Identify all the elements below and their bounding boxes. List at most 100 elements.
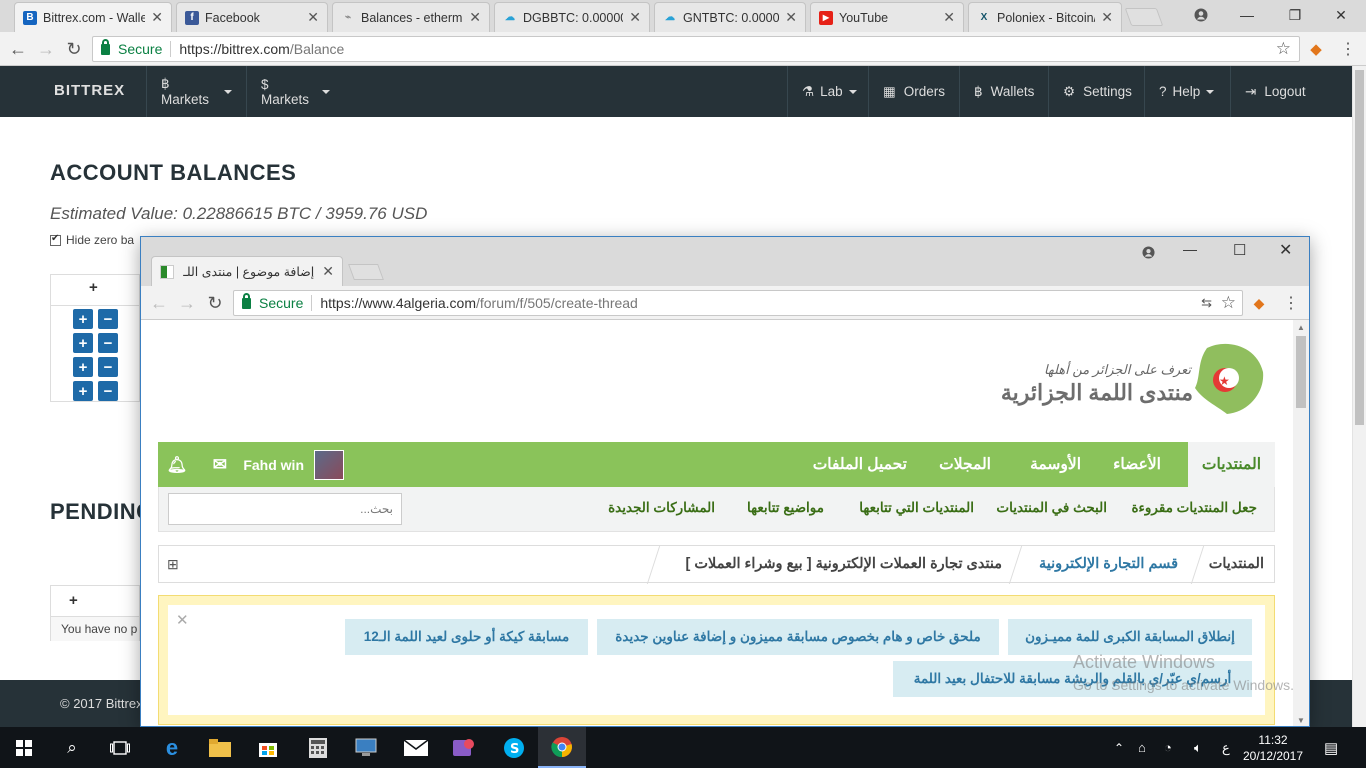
action-center-icon[interactable]: ▤ xyxy=(1324,727,1338,768)
back-arrow-icon[interactable]: ← xyxy=(6,37,30,61)
task-view-icon[interactable] xyxy=(96,727,144,768)
scroll-up-icon[interactable]: ▲ xyxy=(1297,323,1305,332)
deposit-button[interactable]: + xyxy=(73,333,93,353)
forward-arrow-icon[interactable]: → xyxy=(34,37,58,61)
deposit-button[interactable]: + xyxy=(73,381,93,401)
nav-usd-markets[interactable]: $ Markets xyxy=(246,66,344,117)
new-posts-link[interactable]: المشاركات الجديدة xyxy=(608,500,715,516)
tab-poloniex[interactable]: X Poloniex - Bitcoin/ ✕ xyxy=(968,2,1122,32)
nav-help[interactable]: ? Help xyxy=(1144,66,1230,117)
mark-forums-read-link[interactable]: جعل المنتديات مقروءة xyxy=(1131,500,1257,516)
back-arrow-icon[interactable]: ← xyxy=(147,291,171,315)
nav-logout[interactable]: ⇥ Logout xyxy=(1230,66,1320,117)
calculator-icon[interactable] xyxy=(294,727,342,768)
nav-members[interactable]: الأعضاء xyxy=(1113,442,1161,487)
withdraw-button[interactable]: − xyxy=(98,357,118,377)
minimize-icon[interactable]: — xyxy=(1224,0,1270,30)
sitemap-icon[interactable]: ⊞ xyxy=(167,556,179,573)
close-tab-icon[interactable]: ✕ xyxy=(307,9,319,26)
popup-tab[interactable]: إضافة موضوع | منتدى اللـ ✕ xyxy=(151,256,343,286)
scrollbar-thumb[interactable] xyxy=(1296,336,1306,408)
close-tab-icon[interactable]: ✕ xyxy=(469,9,481,26)
mail-icon[interactable] xyxy=(392,727,440,768)
volume-icon[interactable]: 🔈︎ xyxy=(1194,727,1202,768)
notice-link[interactable]: ملحق خاص و هام بخصوص مسابقة مميزون و إضا… xyxy=(597,619,999,655)
nav-badges[interactable]: الأوسمة xyxy=(1030,442,1081,487)
forward-arrow-icon[interactable]: → xyxy=(175,291,199,315)
bookmark-star-icon[interactable]: ☆ xyxy=(1221,293,1236,313)
reload-icon[interactable]: ↻ xyxy=(203,291,227,315)
chrome-icon[interactable] xyxy=(538,727,586,768)
add-column-button[interactable]: + xyxy=(89,279,98,296)
forum-logo[interactable]: ★ تعرف على الجزائر من أهلها منتدى اللمة … xyxy=(1001,336,1267,426)
metamask-icon[interactable]: ◆ xyxy=(1304,37,1328,61)
secure-indicator[interactable]: Secure xyxy=(93,38,162,57)
nav-downloads[interactable]: تحميل الملفات xyxy=(813,442,907,487)
search-forums-link[interactable]: البحث في المنتديات xyxy=(996,500,1107,516)
notice-link[interactable]: مسابقة كيكة أو حلوى لعيد اللمة الـ12 xyxy=(345,619,588,655)
tab-ethermine[interactable]: ⌁ Balances - etherm ✕ xyxy=(332,2,490,32)
address-bar[interactable]: Secure https://bittrex.com/Balance ☆ xyxy=(92,36,1300,62)
tray-chevron-icon[interactable]: ⌃ xyxy=(1114,727,1124,768)
close-tab-icon[interactable]: ✕ xyxy=(629,9,641,26)
wifi-icon[interactable]: ◔ xyxy=(1164,727,1172,768)
bell-icon[interactable]: 🔔︎ xyxy=(167,442,187,487)
breadcrumb-item[interactable]: منتدى تجارة العملات الإلكترونية [ بيع وش… xyxy=(686,556,1002,572)
close-tab-icon[interactable]: ✕ xyxy=(1101,9,1113,26)
hide-zero-balances-checkbox[interactable]: Hide zero ba xyxy=(50,233,134,247)
breadcrumb-item[interactable]: المنتديات xyxy=(1209,556,1264,572)
new-tab-button[interactable] xyxy=(1124,8,1164,26)
nav-forums[interactable]: المنتديات xyxy=(1187,442,1275,487)
windows-start-icon[interactable] xyxy=(0,727,48,768)
file-explorer-icon[interactable] xyxy=(196,727,244,768)
tab-dgbbtc[interactable]: ☁ DGBBTC: 0.000002 ✕ xyxy=(494,2,650,32)
profile-icon[interactable] xyxy=(1137,243,1159,261)
bittrex-logo[interactable]: BITTREX xyxy=(54,82,125,99)
close-tab-icon[interactable]: ✕ xyxy=(785,9,797,26)
close-window-icon[interactable]: ✕ xyxy=(1279,240,1292,260)
tab-gntbtc[interactable]: ☁ GNTBTC: 0.000032 ✕ xyxy=(654,2,806,32)
store-icon[interactable] xyxy=(244,727,292,768)
network-icon[interactable]: ⌂ xyxy=(1138,727,1146,768)
add-column-button[interactable]: + xyxy=(69,592,78,609)
deposit-button[interactable]: + xyxy=(73,357,93,377)
new-tab-button[interactable] xyxy=(348,264,384,280)
deposit-button[interactable]: + xyxy=(73,309,93,329)
bookmark-star-icon[interactable]: ☆ xyxy=(1276,39,1291,59)
scrollbar-thumb[interactable] xyxy=(1355,70,1364,425)
popup-address-bar[interactable]: Secure https://www.4algeria.com/forum/f/… xyxy=(233,290,1243,316)
tab-bittrex[interactable]: B Bittrex.com - Walle ✕ xyxy=(14,2,172,32)
watched-forums-link[interactable]: المنتديات التي تتابعها xyxy=(859,500,974,516)
close-tab-icon[interactable]: ✕ xyxy=(151,9,163,26)
close-notice-icon[interactable]: ✕ xyxy=(176,611,189,629)
search-icon[interactable]: ⌕ xyxy=(48,727,96,768)
search-input[interactable]: بحث... xyxy=(168,493,402,525)
reload-icon[interactable]: ↻ xyxy=(62,37,86,61)
withdraw-button[interactable]: − xyxy=(98,333,118,353)
checkbox-icon[interactable] xyxy=(50,233,61,246)
secure-indicator[interactable]: Secure xyxy=(234,292,303,311)
menu-icon[interactable]: ⋮ xyxy=(1336,37,1360,61)
input-language[interactable]: ع xyxy=(1222,727,1230,768)
page-scrollbar[interactable] xyxy=(1352,66,1366,727)
nav-btc-markets[interactable]: ฿ Markets xyxy=(146,66,246,117)
network-app-icon[interactable] xyxy=(342,727,390,768)
restore-icon[interactable]: ❐ xyxy=(1272,0,1318,30)
nav-orders[interactable]: ▦ Orders xyxy=(868,66,959,117)
nav-wallets[interactable]: ฿ Wallets xyxy=(959,66,1048,117)
maximize-icon[interactable]: ☐ xyxy=(1233,241,1246,259)
withdraw-button[interactable]: − xyxy=(98,381,118,401)
notice-link[interactable]: إنطلاق المسابقة الكبرى للمة مميـزون xyxy=(1008,619,1252,655)
close-window-icon[interactable]: ✕ xyxy=(1318,0,1364,30)
photos-app-icon[interactable] xyxy=(440,727,488,768)
close-tab-icon[interactable]: ✕ xyxy=(322,263,334,280)
user-link[interactable]: Fahd win xyxy=(243,442,344,487)
nav-lab[interactable]: ⚗ Lab xyxy=(787,66,868,117)
nav-magazines[interactable]: المجلات xyxy=(939,442,991,487)
minimize-icon[interactable]: — xyxy=(1183,241,1197,257)
close-tab-icon[interactable]: ✕ xyxy=(943,9,955,26)
scroll-down-icon[interactable]: ▼ xyxy=(1297,716,1305,725)
avatar[interactable] xyxy=(314,449,344,480)
watched-threads-link[interactable]: مواضيع تتابعها xyxy=(747,500,824,516)
popup-scrollbar[interactable]: ▲ ▼ xyxy=(1293,320,1309,726)
